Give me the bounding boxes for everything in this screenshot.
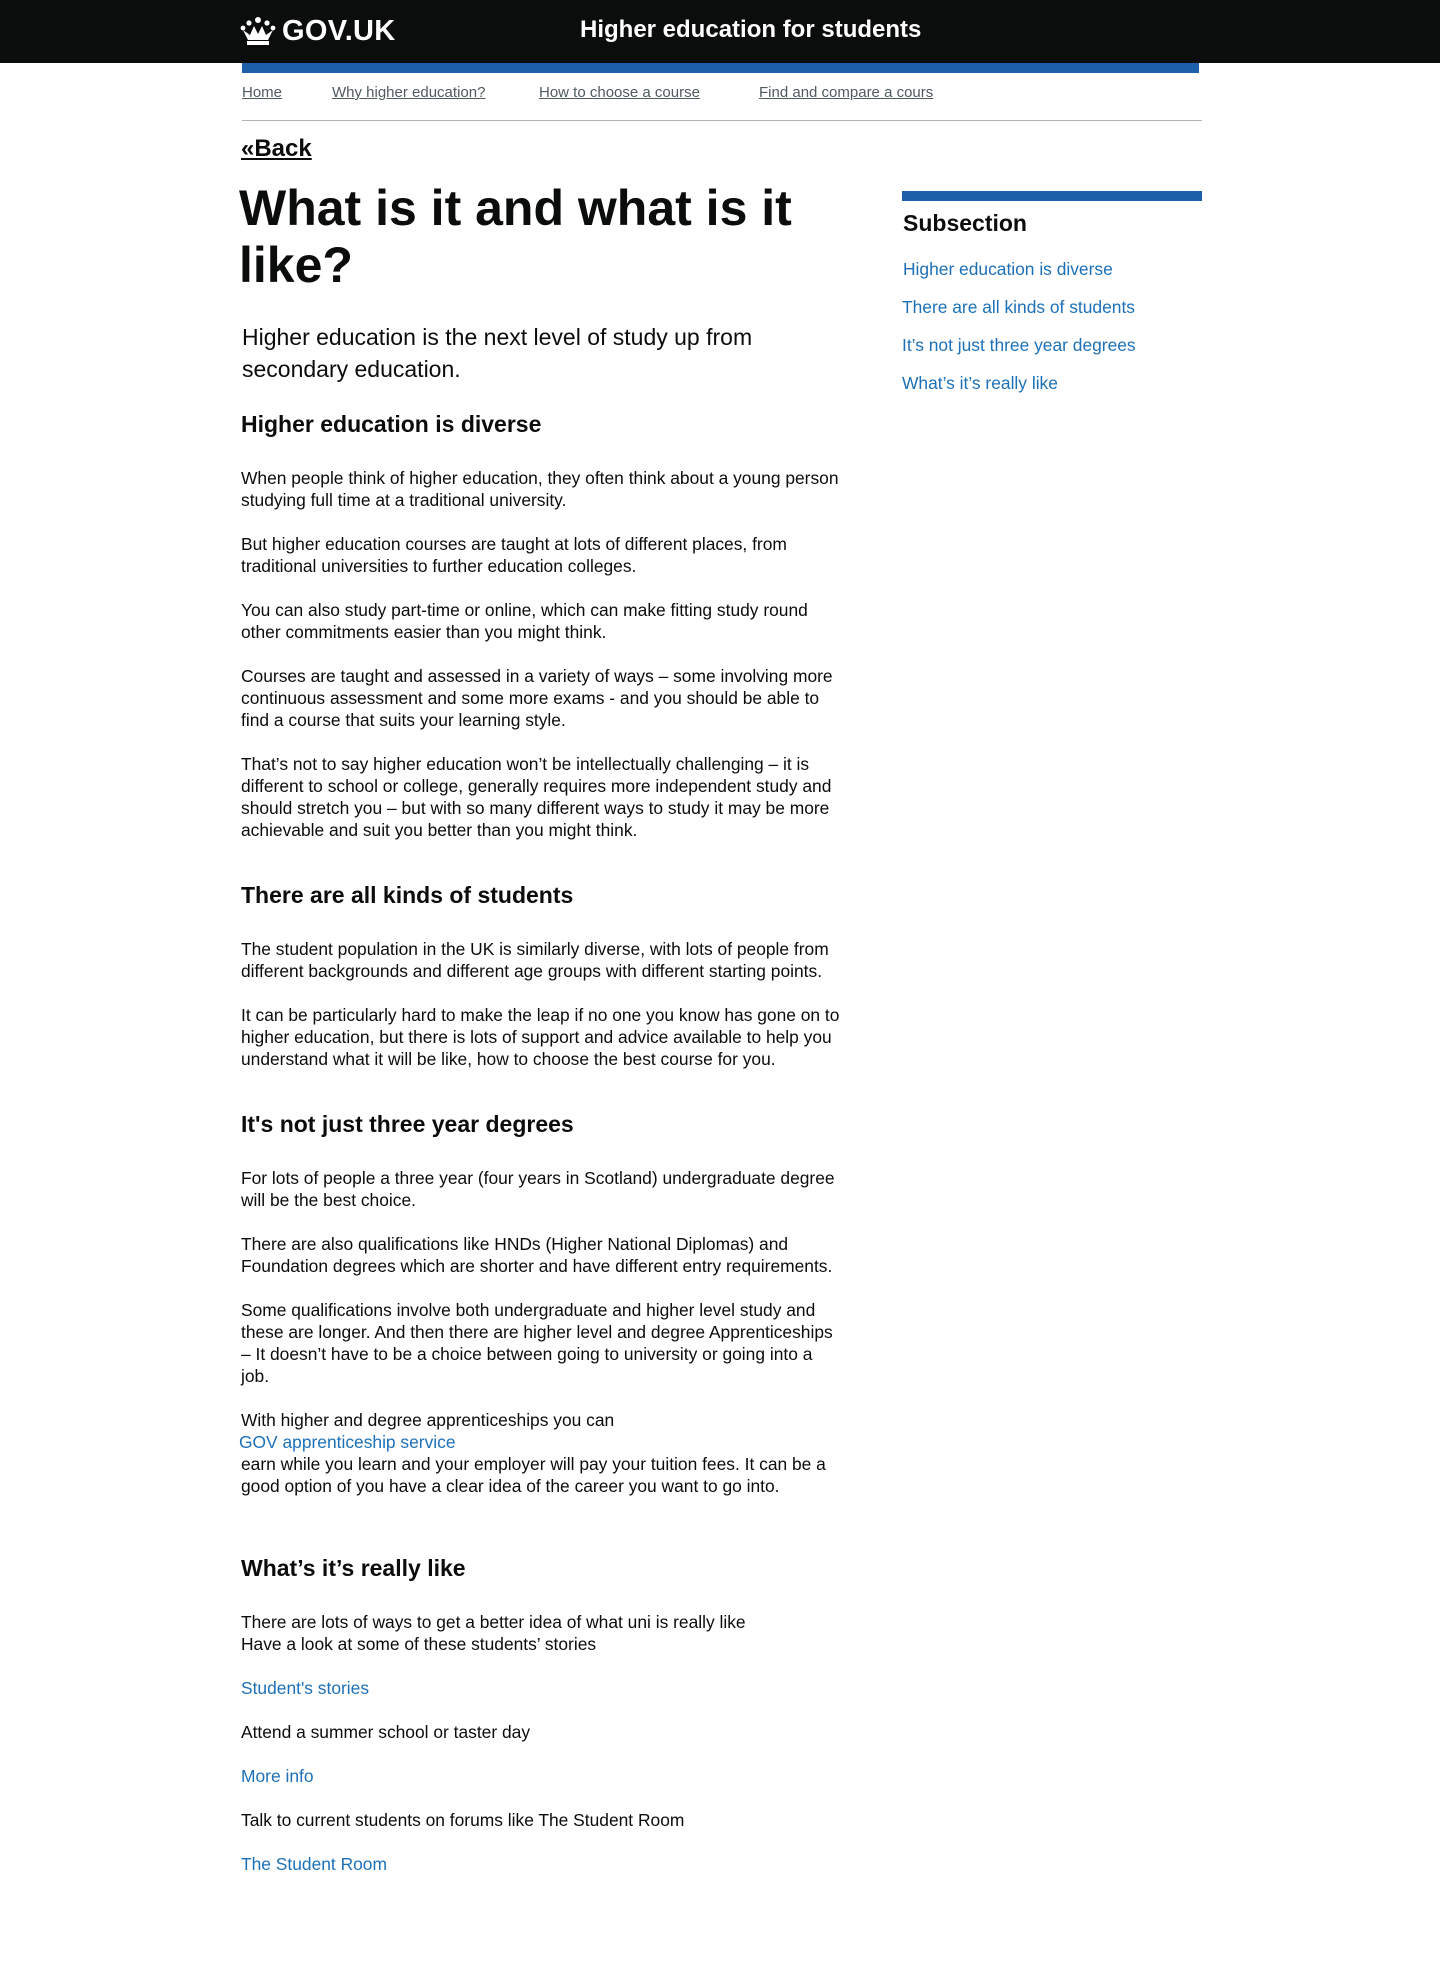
more-info-link[interactable]: More info — [241, 1765, 314, 1787]
paragraph: You can also study part-time or online, … — [241, 600, 808, 642]
student-room-link[interactable]: The Student Room — [241, 1853, 387, 1875]
paragraph: When people think of higher education, t… — [241, 468, 839, 510]
subsection-sidebar: Subsection Higher education is diverse T… — [902, 191, 1202, 393]
logo-text: GOV.UK — [282, 14, 396, 47]
main-content: What is it and what is it like? Higher e… — [239, 180, 841, 1875]
sidebar-link-diverse[interactable]: Higher education is diverse — [903, 259, 1113, 280]
sidebar-accent-bar — [902, 191, 1202, 201]
paragraph: For lots of people a three year (four ye… — [241, 1168, 835, 1210]
gov-apprenticeship-service-link[interactable]: GOV apprenticeship service — [239, 1431, 841, 1453]
global-header: GOV.UK Higher education for students — [0, 0, 1440, 63]
paragraph: There are lots of ways to get a better i… — [241, 1612, 746, 1632]
nav-link-find-and-compare[interactable]: Find and compare a cours — [759, 84, 946, 101]
section-heading-really-like: What’s it’s really like — [241, 1555, 466, 1581]
back-link[interactable]: «Back — [241, 135, 312, 163]
sidebar-link-degrees[interactable]: It’s not just three year degrees — [902, 335, 1136, 356]
paragraph: With higher and degree apprenticeships y… — [241, 1410, 615, 1430]
paragraph: Courses are taught and assessed in a var… — [241, 666, 833, 730]
paragraph: Attend a summer school or taster day — [241, 1722, 531, 1742]
paragraph: That’s not to say higher education won’t… — [241, 754, 832, 840]
paragraph: earn while you learn and your employer w… — [241, 1454, 826, 1496]
paragraph: There are also qualifications like HNDs … — [241, 1234, 833, 1276]
nav-link-why-higher-education[interactable]: Why higher education? — [332, 84, 485, 101]
students-stories-link[interactable]: Student's stories — [241, 1677, 369, 1699]
paragraph: Talk to current students on forums like … — [241, 1810, 685, 1830]
crown-icon — [240, 17, 276, 45]
section-heading-students: There are all kinds of students — [241, 882, 574, 908]
paragraph: The student population in the UK is simi… — [241, 939, 829, 981]
paragraph: Some qualifications involve both undergr… — [241, 1300, 833, 1386]
paragraph: It can be particularly hard to make the … — [241, 1005, 840, 1069]
sidebar-link-really-like[interactable]: What’s it’s really like — [902, 373, 1058, 394]
paragraph: Have a look at some of these students’ s… — [241, 1634, 597, 1654]
nav-link-home[interactable]: Home — [242, 84, 282, 101]
paragraph: But higher education courses are taught … — [241, 534, 787, 576]
sidebar-link-students[interactable]: There are all kinds of students — [902, 297, 1135, 318]
service-name[interactable]: Higher education for students — [580, 16, 921, 44]
page-title: What is it and what is it like? — [239, 180, 792, 293]
section-heading-degrees: It's not just three year degrees — [241, 1111, 574, 1137]
lead-paragraph: Higher education is the next level of st… — [242, 324, 753, 382]
govuk-logo-link[interactable]: GOV.UK — [240, 10, 396, 52]
nav-link-how-to-choose[interactable]: How to choose a course — [539, 84, 700, 101]
section-heading-diverse: Higher education is diverse — [241, 411, 542, 437]
sidebar-title: Subsection — [903, 210, 1027, 236]
header-accent-bar — [242, 63, 1199, 73]
main-navigation: Home Why higher education? How to choose… — [242, 84, 1202, 121]
